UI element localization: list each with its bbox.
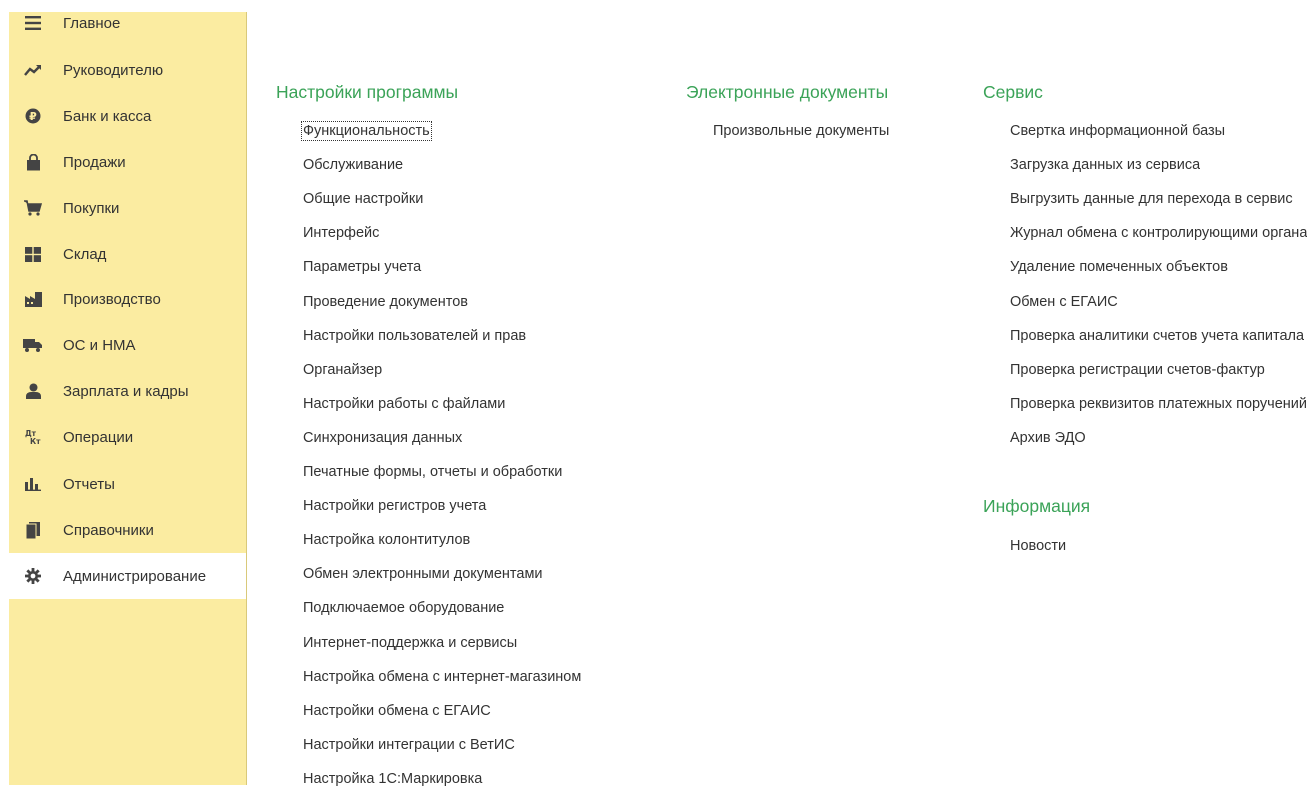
sidebar-item-9[interactable]: Дт Кт Операции [9, 414, 246, 460]
sidebar-item-label: Главное [63, 14, 121, 32]
sidebar-item-label: Продажи [63, 153, 126, 171]
bar-chart-icon [23, 474, 43, 494]
link-settings-19[interactable]: Настройка 1С:Маркировка [303, 771, 482, 787]
link-settings-2[interactable]: Общие настройки [303, 191, 423, 207]
link-service-6[interactable]: Проверка аналитики счетов учета капитала [1010, 328, 1304, 344]
svg-text:₽: ₽ [29, 110, 37, 123]
sidebar-item-6[interactable]: Производство [9, 276, 246, 322]
books-icon [23, 520, 43, 540]
sidebar-item-label: Руководителю [63, 61, 164, 79]
link-settings-4[interactable]: Параметры учета [303, 259, 421, 275]
gear-icon [23, 566, 43, 586]
sidebar-item-label: Покупки [63, 199, 120, 217]
link-settings-5[interactable]: Проведение документов [303, 294, 468, 310]
sidebar-item-1[interactable]: Руководителю [9, 47, 246, 93]
link-info-0[interactable]: Новости [1010, 538, 1066, 554]
sidebar-item-12[interactable]: Администрирование [9, 553, 246, 599]
cart-icon [23, 198, 43, 218]
sidebar-item-10[interactable]: Отчеты [9, 461, 246, 507]
sidebar-item-2[interactable]: ₽ Банк и касса [9, 93, 246, 139]
sidebar-item-label: Справочники [63, 521, 154, 539]
link-settings-3[interactable]: Интерфейс [303, 225, 379, 241]
sidebar-item-7[interactable]: ОС и НМА [9, 322, 246, 368]
sidebar-item-label: Банк и касса [63, 107, 152, 125]
shopping-bag-icon [23, 152, 43, 172]
link-service-8[interactable]: Проверка реквизитов платежных поручений [1010, 396, 1307, 412]
svg-text:Кт: Кт [30, 437, 41, 446]
factory-icon [23, 289, 43, 309]
link-service-0[interactable]: Свертка информационной базы [1010, 123, 1225, 139]
sidebar-item-8[interactable]: Зарплата и кадры [9, 368, 246, 414]
link-settings-1[interactable]: Обслуживание [303, 157, 403, 173]
link-settings-12[interactable]: Настройка колонтитулов [303, 532, 470, 548]
debit-credit-icon: Дт Кт [23, 427, 43, 447]
sidebar-item-label: Операции [63, 428, 134, 446]
link-settings-14[interactable]: Подключаемое оборудование [303, 600, 504, 616]
sidebar-item-0[interactable]: Главное [9, 0, 246, 46]
link-service-2[interactable]: Выгрузить данные для перехода в сервис [1010, 191, 1293, 207]
sidebar: Главное Руководителю ₽ Банк и касса Продажи П… [9, 12, 247, 785]
sidebar-item-4[interactable]: Покупки [9, 185, 246, 231]
sidebar-item-3[interactable]: Продажи [9, 139, 246, 185]
link-settings-10[interactable]: Печатные формы, отчеты и обработки [303, 464, 562, 480]
link-service-4[interactable]: Удаление помеченных объектов [1010, 259, 1228, 275]
section-title-edocs: Электронные документы [686, 82, 889, 102]
link-service-3[interactable]: Журнал обмена с контролирующими органами [1010, 225, 1307, 241]
sidebar-item-11[interactable]: Справочники [9, 507, 246, 553]
sidebar-item-5[interactable]: Склад [9, 231, 246, 277]
link-settings-9[interactable]: Синхронизация данных [303, 430, 462, 446]
sidebar-item-label: Производство [63, 290, 161, 308]
link-edocs-0[interactable]: Произвольные документы [713, 123, 889, 139]
section-title-info: Информация [983, 496, 1091, 516]
sidebar-item-label: Администрирование [63, 567, 207, 585]
link-settings-18[interactable]: Настройки интеграции с ВетИС [303, 737, 515, 753]
section-title-settings: Настройки программы [276, 82, 459, 102]
link-settings-15[interactable]: Интернет-поддержка и сервисы [303, 635, 517, 651]
link-service-9[interactable]: Архив ЭДО [1010, 430, 1086, 446]
link-settings-8[interactable]: Настройки работы с файлами [303, 396, 505, 412]
person-icon [23, 381, 43, 401]
section-title-service: Сервис [983, 82, 1043, 102]
sidebar-item-label: ОС и НМА [63, 336, 136, 354]
link-settings-6[interactable]: Настройки пользователей и прав [303, 328, 526, 344]
link-service-1[interactable]: Загрузка данных из сервиса [1010, 157, 1200, 173]
sidebar-item-label: Склад [63, 245, 107, 263]
truck-icon [23, 335, 43, 355]
menu-lines-icon [23, 13, 43, 33]
warehouse-icon [23, 244, 43, 264]
link-settings-0[interactable]: Функциональность [301, 121, 432, 141]
trend-icon [23, 60, 43, 80]
link-service-7[interactable]: Проверка регистрации счетов-фактур [1010, 362, 1265, 378]
link-settings-17[interactable]: Настройки обмена с ЕГАИС [303, 703, 491, 719]
link-settings-11[interactable]: Настройки регистров учета [303, 498, 486, 514]
link-settings-7[interactable]: Органайзер [303, 362, 382, 378]
sidebar-item-label: Зарплата и кадры [63, 382, 189, 400]
ruble-coin-icon: ₽ [23, 106, 43, 126]
sidebar-item-label: Отчеты [63, 475, 115, 493]
link-service-5[interactable]: Обмен с ЕГАИС [1010, 294, 1118, 310]
link-settings-16[interactable]: Настройка обмена с интернет-магазином [303, 669, 581, 685]
link-settings-13[interactable]: Обмен электронными документами [303, 566, 543, 582]
